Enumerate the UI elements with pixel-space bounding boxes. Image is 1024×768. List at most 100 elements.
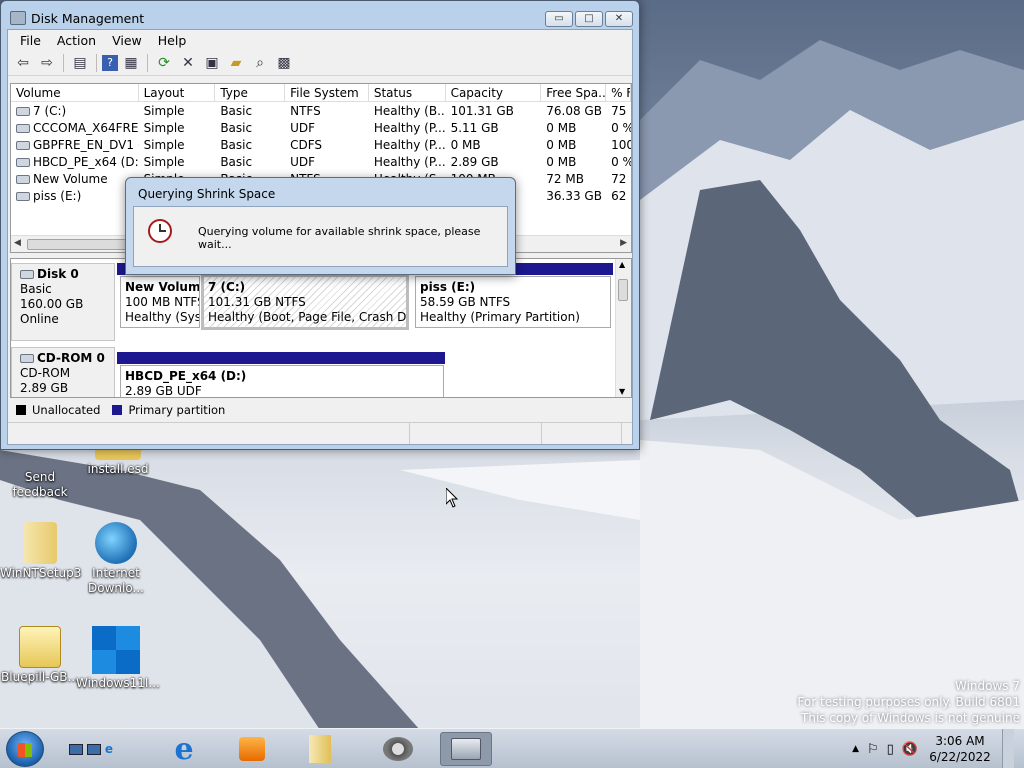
properties-sheet-icon[interactable]: ▣	[201, 53, 223, 73]
cdrom0-partition-bar	[117, 352, 445, 364]
taskbar-show-desktop-tools[interactable]: e	[56, 732, 126, 766]
desktop-icon-install-esd[interactable]: install.esd	[78, 446, 158, 477]
scroll-left-icon[interactable]: ◀	[14, 238, 21, 248]
raccoon-icon	[383, 737, 413, 761]
table-cell: Basic	[220, 137, 253, 152]
show-hide-tree-icon[interactable]: ▤	[69, 53, 91, 73]
action-center-icon[interactable]: ⚐	[867, 742, 879, 757]
volume-icon	[16, 123, 30, 133]
cdrom0-label[interactable]: CD-ROM 0 CD-ROM 2.89 GB	[11, 347, 115, 397]
clock[interactable]: 3:06 AM 6/22/2022	[926, 733, 994, 765]
table-cell: UDF	[290, 120, 316, 135]
partition-e[interactable]: piss (E:) 58.59 GB NTFS Healthy (Primary…	[415, 276, 611, 328]
windows-watermark: Windows 7 For testing purposes only. Bui…	[797, 678, 1020, 726]
scroll-up-icon[interactable]: ▲	[619, 260, 625, 269]
col-percent-free[interactable]: % F	[606, 84, 631, 101]
col-layout[interactable]: Layout	[139, 84, 216, 101]
disk0-label[interactable]: Disk 0 Basic 160.00 GB Online	[11, 263, 115, 341]
bluepill-label: Bluepill-GB...	[1, 670, 79, 684]
scroll-thumb[interactable]	[27, 239, 137, 250]
desktop-icon-send-feedback[interactable]: Send feedback	[0, 446, 80, 500]
drive-settings-icon[interactable]: ▩	[273, 53, 295, 73]
table-row[interactable]: GBPFRE_EN_DV1 (F:) Simple Basic CDFS Healthy…	[11, 136, 631, 153]
dialog-message: Querying volume for available shrink spa…	[198, 225, 481, 251]
clock-icon	[148, 219, 172, 243]
close-button[interactable]: ✕	[605, 11, 633, 27]
menu-view[interactable]: View	[106, 33, 148, 48]
toolbar: ⇦ ⇨ ▤ ? ▦ ⟳ ✕ ▣ ▰ ⌕ ▩	[8, 50, 632, 76]
desktop-icon-winntsetup[interactable]: WinNTSetup3	[0, 522, 81, 581]
volume-icon	[16, 140, 30, 150]
minimize-button[interactable]: ▭	[545, 11, 573, 27]
vertical-scroll-thumb[interactable]	[618, 279, 628, 301]
maximize-button[interactable]: □	[575, 11, 603, 27]
scroll-down-icon[interactable]: ▼	[619, 387, 625, 396]
col-status[interactable]: Status	[369, 84, 446, 101]
volume-icon	[16, 106, 30, 116]
network-icon[interactable]: ▯	[887, 742, 894, 757]
open-folder-icon[interactable]: ▰	[225, 53, 247, 73]
search-icon[interactable]: ⌕	[249, 53, 271, 73]
delete-icon[interactable]: ✕	[177, 53, 199, 73]
table-row[interactable]: 7 (C:) Simple Basic NTFS Healthy (B... 101.31…	[11, 102, 631, 119]
help-icon[interactable]: ?	[102, 54, 118, 71]
desktop-icon-windows11[interactable]: Windows11I...	[76, 626, 160, 691]
show-hidden-icons-icon[interactable]: ▲	[852, 744, 859, 754]
table-cell: Simple	[143, 103, 185, 118]
vertical-scrollbar[interactable]: ▲ ▼	[615, 259, 631, 397]
windows-logo-icon	[92, 626, 140, 674]
legend-unallocated: Unallocated	[32, 403, 101, 417]
table-cell: Basic	[220, 154, 253, 169]
refresh-icon[interactable]: ⟳	[153, 53, 175, 73]
table-row[interactable]: CCCOMA_X64FRE... Simple Basic UDF Healthy (P…	[11, 119, 631, 136]
partition-newvol-status: Healthy (Syst	[125, 310, 200, 324]
col-type[interactable]: Type	[215, 84, 286, 101]
table-cell: NTFS	[290, 103, 321, 118]
watermark-line2: For testing purposes only. Build 6801	[797, 695, 1020, 709]
desktop-icon-internet-download[interactable]: Internet Downlo...	[76, 522, 156, 596]
taskbar-disk-management[interactable]	[440, 732, 492, 766]
scroll-right-icon[interactable]: ▶	[620, 238, 627, 248]
dialog-body: Querying volume for available shrink spa…	[133, 206, 508, 267]
col-file-system[interactable]: File System	[285, 84, 369, 101]
volume-muted-icon[interactable]: 🔇	[902, 742, 918, 757]
menu-file[interactable]: File	[14, 33, 47, 48]
globe-download-icon	[95, 522, 137, 564]
unallocated-swatch	[16, 405, 26, 415]
desktop-icon-bluepill[interactable]: Bluepill-GB...	[0, 626, 80, 685]
partition-new-volume[interactable]: New Volume 100 MB NTFS Healthy (Syst	[120, 276, 200, 328]
show-desktop-button[interactable]	[1002, 729, 1014, 768]
windows11-label: Windows11I...	[76, 676, 160, 690]
table-cell: 7 (C:)	[11, 104, 139, 118]
dialog-title: Querying Shrink Space	[138, 187, 276, 201]
properties-icon[interactable]: ▦	[120, 53, 142, 73]
table-row[interactable]: HBCD_PE_x64 (D:) Simple Basic UDF Healthy (P…	[11, 153, 631, 170]
disk-management-icon	[451, 738, 481, 760]
volume-name: CCCOMA_X64FRE...	[33, 120, 139, 135]
taskbar-file-explorer[interactable]	[294, 732, 346, 766]
menu-bar: File Action View Help	[8, 30, 632, 50]
disk-icon	[20, 270, 34, 279]
internet-explorer-icon: e	[174, 731, 194, 767]
taskbar-raccoon-app[interactable]	[372, 732, 424, 766]
col-volume[interactable]: Volume	[11, 84, 139, 101]
menu-action[interactable]: Action	[51, 33, 102, 48]
volume-name: 7 (C:)	[33, 103, 67, 118]
disk0-state: Online	[20, 312, 59, 326]
cdrom0-name: CD-ROM 0	[37, 351, 105, 365]
partition-c[interactable]: 7 (C:) 101.31 GB NTFS Healthy (Boot, Pag…	[201, 274, 409, 330]
back-arrow-icon[interactable]: ⇦	[12, 53, 34, 73]
taskbar-media-player[interactable]	[226, 732, 278, 766]
volume-name: New Volume	[33, 171, 108, 186]
menu-help[interactable]: Help	[152, 33, 193, 48]
table-cell: UDF	[290, 154, 316, 169]
taskbar-internet-explorer[interactable]: e	[158, 731, 210, 767]
col-capacity[interactable]: Capacity	[446, 84, 542, 101]
partition-d[interactable]: HBCD_PE_x64 (D:) 2.89 GB UDF	[120, 365, 444, 397]
forward-arrow-icon[interactable]: ⇨	[36, 53, 58, 73]
mouse-cursor-icon	[446, 488, 458, 508]
table-cell: Healthy (B...	[373, 103, 446, 118]
start-button[interactable]	[6, 731, 44, 767]
internet-download-label: Internet Downlo...	[88, 566, 144, 595]
col-free-space[interactable]: Free Spa...	[541, 84, 607, 101]
